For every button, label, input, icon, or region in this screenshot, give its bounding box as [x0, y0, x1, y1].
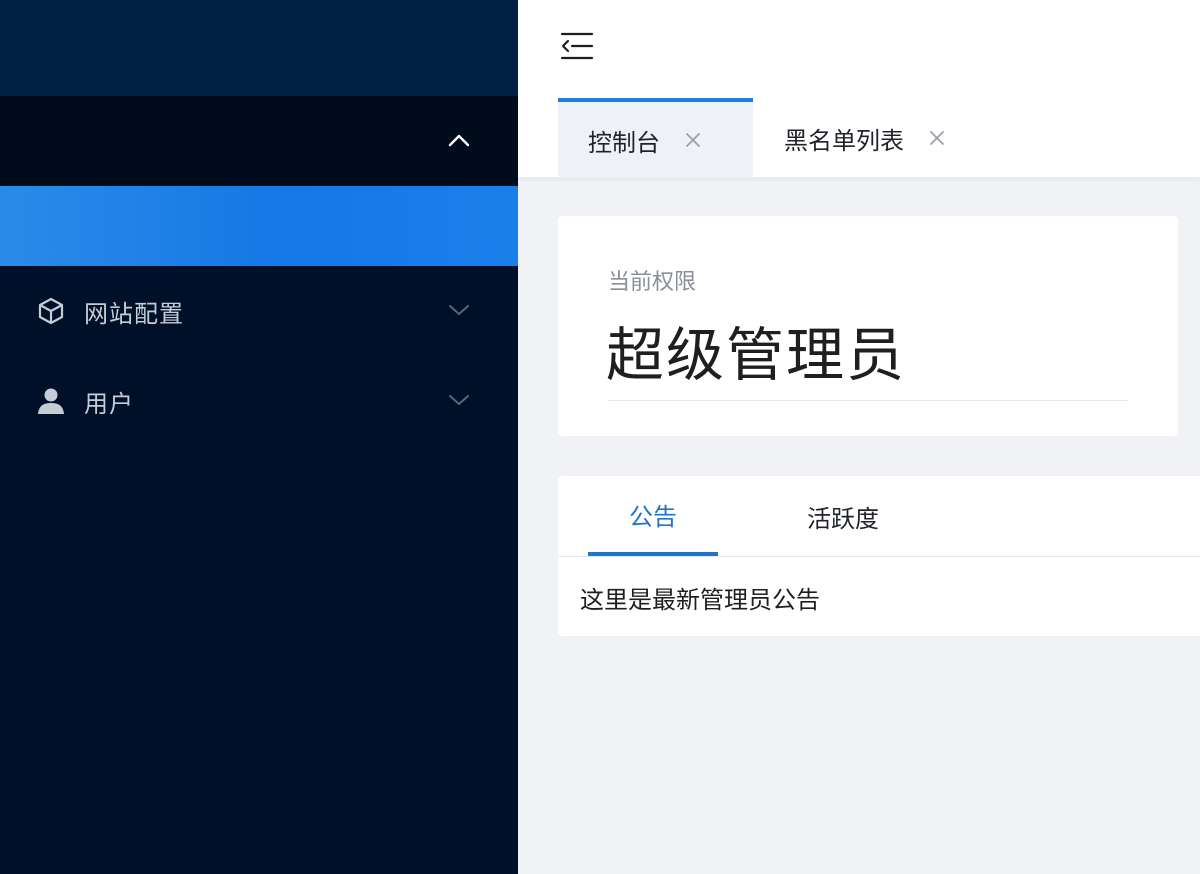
tabs-bar: 控制台 黑名单列表	[518, 96, 1200, 178]
notice-content: 这里是最新管理员公告	[580, 586, 820, 614]
permission-value: 超级管理员	[606, 321, 907, 389]
user-icon	[36, 386, 66, 416]
sidebar-item-site-config[interactable]: 网站配置	[0, 266, 518, 356]
menu-fold-icon[interactable]	[560, 30, 594, 62]
tab-label: 黑名单列表	[784, 126, 904, 155]
sidebar-item-active[interactable]	[0, 186, 518, 266]
tab-notice[interactable]: 公告	[588, 476, 718, 556]
tab-dashboard[interactable]: 控制台	[558, 98, 753, 178]
topbar	[518, 0, 1200, 96]
divider	[558, 556, 1200, 557]
cube-icon	[36, 296, 66, 326]
notice-card: 公告 活跃度 这里是最新管理员公告	[558, 476, 1200, 636]
main-area: 控制台 黑名单列表 当前权限 超级管理员 公告 活跃度 这里是最新管理员公告	[518, 0, 1200, 874]
tab-blacklist[interactable]: 黑名单列表	[754, 98, 994, 178]
sidebar-item-label: 用户	[84, 389, 134, 418]
tab-activity[interactable]: 活跃度	[768, 476, 918, 556]
sidebar-logo-area	[0, 0, 518, 96]
chevron-down-icon[interactable]	[448, 392, 470, 408]
sidebar-item-label: 网站配置	[84, 299, 184, 328]
close-icon[interactable]	[684, 131, 702, 149]
permission-card: 当前权限 超级管理员	[558, 216, 1178, 436]
chevron-down-icon[interactable]	[448, 302, 470, 318]
divider	[608, 400, 1128, 401]
chevron-up-icon[interactable]	[448, 132, 470, 148]
tab-label: 控制台	[588, 128, 660, 157]
submenu-header[interactable]	[0, 96, 518, 186]
sidebar-item-user[interactable]: 用户	[0, 356, 518, 446]
sidebar: 网站配置 用户	[0, 0, 518, 874]
close-icon[interactable]	[928, 129, 946, 147]
permission-label: 当前权限	[608, 270, 697, 295]
